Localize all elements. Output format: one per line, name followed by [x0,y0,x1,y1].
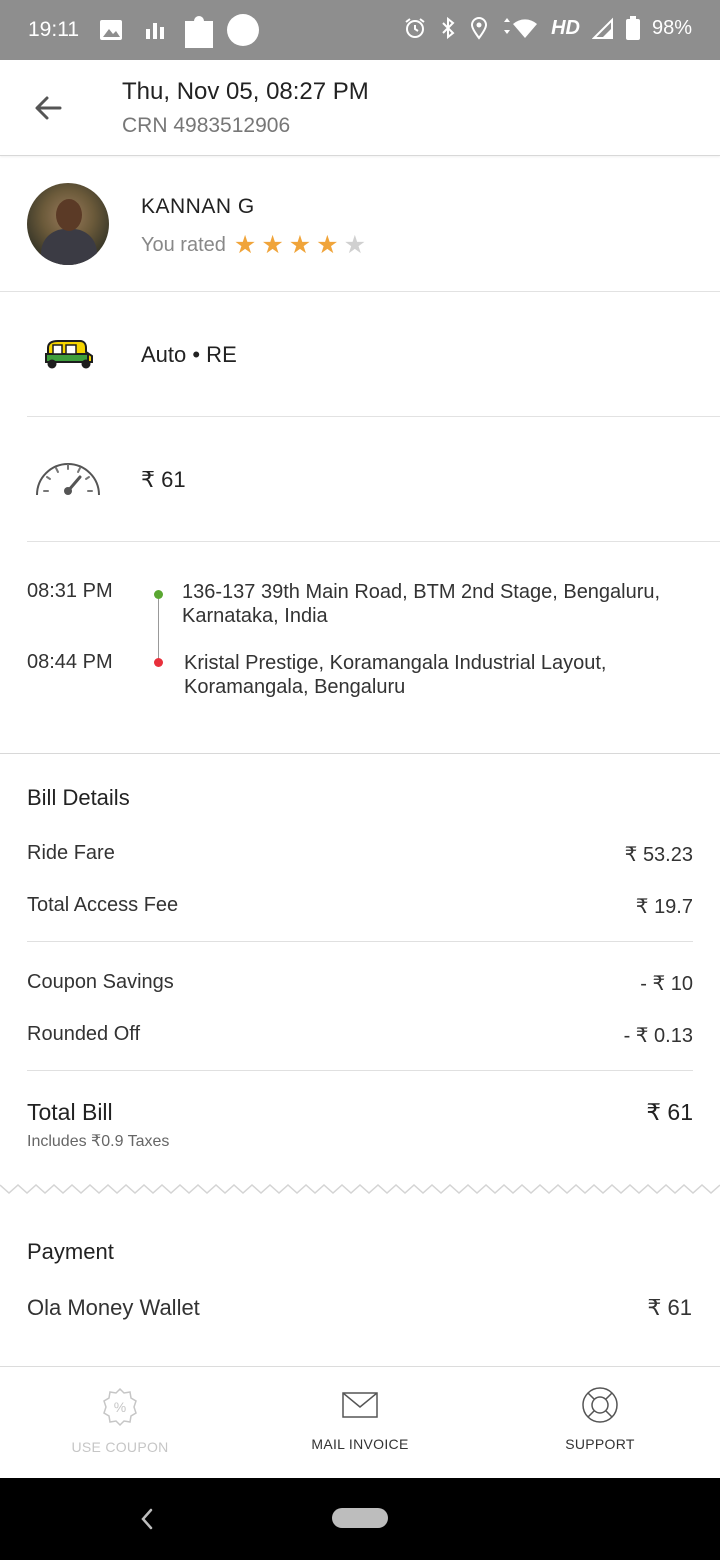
star-icon: ★ [316,231,339,259]
use-coupon-label: USE COUPON [71,1439,169,1455]
total-bill-label: Total Bill [27,1099,113,1125]
use-coupon-button[interactable]: % USE COUPON [0,1367,240,1479]
bar-chart-icon [146,23,164,39]
mail-invoice-label: MAIL INVOICE [311,1436,409,1452]
ride-fare-value: ₹ 53.23 [624,844,693,866]
coupon-icon: % [103,1387,137,1427]
coupon-savings-label: Coupon Savings [27,971,174,993]
speedometer-icon [36,463,100,496]
star-icon: ★ [261,231,284,259]
driver-name: KANNAN G [141,195,255,218]
gallery-icon [100,20,122,40]
driver-section: KANNAN G You rated ★ ★ ★ ★ ★ [0,157,720,292]
payment-method: Ola Money Wallet [27,1295,200,1320]
network-label: HD [551,16,580,39]
route-line [158,599,159,659]
vehicle-section: Auto • RE [0,292,720,417]
total-bill-row: Total Bill ₹ 61 [27,1099,693,1126]
route-section: 08:31 PM 136-137 39th Main Road, BTM 2nd… [0,542,720,754]
payment-amount: ₹ 61 [647,1295,692,1320]
support-button[interactable]: SUPPORT [480,1367,720,1479]
payment-heading: Payment [27,1239,114,1264]
bluetooth-icon [442,16,455,40]
ride-fare-row: Ride Fare ₹ 53.23 [27,842,693,866]
bill-divider [27,1070,693,1071]
battery-percent: 98% [651,16,692,39]
payment-section: Payment Ola Money Wallet ₹ 61 [0,1196,720,1366]
rounded-off-label: Rounded Off [27,1023,141,1045]
rated-label: You rated [141,234,226,256]
pickup-dot [154,590,163,599]
bill-divider [27,941,693,942]
access-fee-label: Total Access Fee [27,894,179,916]
crn-number: CRN 4983512906 [122,114,291,137]
back-arrow-icon[interactable] [30,90,66,126]
nav-back-icon[interactable] [138,1504,156,1534]
coupon-savings-row: Coupon Savings - ₹ 10 [27,971,693,995]
bill-heading: Bill Details [27,785,130,810]
fare-section: ₹ 61 [0,417,720,542]
battery-icon [625,16,640,40]
status-right: HD 98% [403,16,692,40]
coupon-savings-value: - ₹ 10 [640,973,693,995]
drop-time: 08:44 PM [27,651,113,673]
svg-text:%: % [114,1399,126,1415]
drop-address: Kristal Prestige, Koramangala Industrial… [184,652,607,698]
driver-avatar [27,183,109,265]
nav-home-pill[interactable] [332,1508,388,1528]
location-icon [471,17,488,40]
rating-stars: ★ ★ ★ ★ ★ [234,233,366,258]
fare-amount: ₹ 61 [141,467,186,492]
drop-dot [154,658,163,667]
rounded-off-row: Rounded Off - ₹ 0.13 [27,1023,693,1047]
status-time: 19:11 [28,18,79,41]
bill-details: Bill Details Ride Fare ₹ 53.23 Total Acc… [0,755,720,1190]
auto-rickshaw-icon [45,340,93,369]
driver-rating: You rated ★ ★ ★ ★ ★ [141,233,366,258]
signal-icon [591,17,613,39]
ride-header: Thu, Nov 05, 08:27 PM CRN 4983512906 [0,60,720,156]
access-fee-value: ₹ 19.7 [635,896,693,918]
wifi-icon [504,18,538,38]
access-fee-row: Total Access Fee ₹ 19.7 [27,894,693,918]
total-bill-value: ₹ 61 [646,1099,693,1125]
support-label: SUPPORT [565,1436,635,1452]
rounded-off-value: - ₹ 0.13 [623,1025,693,1047]
star-icon: ★ [343,231,367,259]
system-nav-bar [0,1478,720,1560]
mail-invoice-button[interactable]: MAIL INVOICE [240,1367,480,1479]
taxes-note: Includes ₹0.9 Taxes [27,1133,170,1150]
star-icon: ★ [288,231,312,259]
pickup-address: 136-137 39th Main Road, BTM 2nd Stage, B… [182,581,661,627]
vehicle-type: Auto • RE [141,342,237,367]
pickup-time: 08:31 PM [27,580,113,602]
mail-icon [342,1392,378,1418]
puzzle-icon [185,16,213,48]
alarm-icon [405,18,425,38]
ride-fare-label: Ride Fare [27,842,115,864]
ride-datetime: Thu, Nov 05, 08:27 PM [122,78,369,105]
star-icon: ★ [233,231,257,259]
action-bar: % USE COUPON MAIL INVOICE SUPPORT [0,1366,720,1478]
receipt-zigzag-divider [0,1183,720,1195]
circle-icon [227,14,259,46]
status-bar: 19:11 HD 98% [0,0,720,60]
support-icon [582,1387,618,1423]
